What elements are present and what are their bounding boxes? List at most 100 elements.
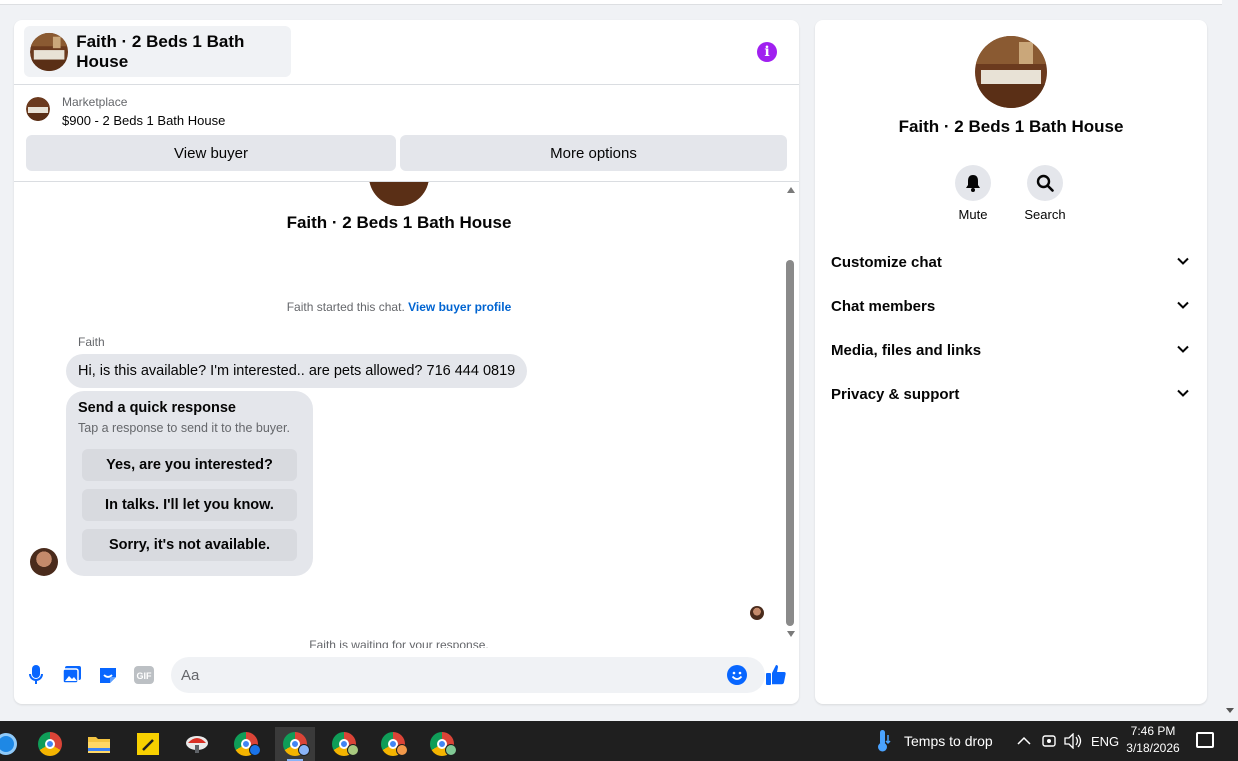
chevron-down-icon — [1177, 389, 1189, 397]
listing-thumbnail — [30, 32, 69, 71]
profile-badge — [298, 744, 310, 756]
clock-date: 3/18/2026 — [1126, 741, 1180, 755]
view-buyer-profile-link[interactable]: View buyer profile — [408, 300, 511, 314]
app-icon — [0, 733, 17, 755]
taskbar-chrome-profile[interactable] — [422, 727, 462, 761]
chevron-down-icon — [1177, 301, 1189, 309]
section-label: Customize chat — [831, 253, 942, 271]
scrollbar-thumb[interactable] — [786, 260, 794, 626]
marketplace-label: Marketplace — [62, 95, 128, 109]
profile-badge — [347, 744, 359, 756]
quick-response-option[interactable]: Yes, are you interested? — [82, 449, 297, 481]
message-composer: GIF — [14, 648, 799, 704]
message-list: Faith · 2 Beds 1 Bath House Faith starte… — [14, 182, 799, 648]
taskbar-chrome[interactable] — [30, 727, 70, 761]
profile-badge — [445, 744, 457, 756]
quick-response-card: Send a quick response Tap a response to … — [66, 391, 313, 576]
weather-text: Temps to drop — [904, 733, 993, 749]
info-icon[interactable]: i — [757, 42, 777, 62]
taskbar-app-partial[interactable] — [0, 727, 26, 761]
message-scrollbar[interactable] — [784, 182, 799, 648]
section-label: Privacy & support — [831, 385, 960, 403]
message-input-container — [171, 657, 765, 693]
listing-price-title[interactable]: $900 - 2 Beds 1 Bath House — [62, 113, 225, 128]
language-indicator[interactable]: ENG — [1091, 721, 1119, 761]
thumbs-up-icon[interactable] — [765, 664, 787, 686]
search-label: Search — [1024, 207, 1066, 222]
privacy-support-section[interactable]: Privacy & support — [823, 374, 1199, 414]
sticker-icon[interactable] — [97, 664, 119, 686]
scroll-up-arrow[interactable] — [787, 187, 795, 193]
message-bubble[interactable]: Hi, is this available? I'm interested.. … — [66, 354, 528, 388]
taskbar-chrome-profile[interactable] — [226, 727, 266, 761]
taskbar-app[interactable] — [177, 727, 217, 761]
chat-title-button[interactable]: Faith · 2 Beds 1 Bath House — [24, 26, 291, 77]
profile-name: Faith · 2 Beds 1 Bath House — [898, 117, 1124, 136]
chrome-icon — [38, 732, 62, 756]
mute-label: Mute — [958, 207, 988, 222]
page-scroll-down-arrow[interactable] — [1226, 708, 1234, 713]
quick-response-option[interactable]: In talks. I'll let you know. — [82, 489, 297, 521]
taskbar-chrome-profile[interactable] — [324, 727, 364, 761]
chat-started-text: Faith started this chat. — [286, 300, 405, 314]
waiting-notice: Faith is waiting for your response. — [309, 638, 489, 648]
gif-icon-label: GIF — [137, 671, 153, 681]
chat-details-panel: Faith · 2 Beds 1 Bath House Mute Search … — [815, 20, 1207, 704]
weather-widget[interactable]: Temps to drop — [874, 721, 993, 761]
clock[interactable]: 7:46 PM 3/18/2026 — [1122, 723, 1184, 757]
more-options-button[interactable]: More options — [400, 135, 787, 171]
taskbar-sticky-notes[interactable] — [128, 727, 168, 761]
section-label: Media, files and links — [831, 341, 982, 359]
sticky-notes-icon — [137, 733, 159, 755]
folder-icon — [88, 737, 110, 753]
chat-started-notice: Faith started this chat. View buyer prof… — [14, 300, 784, 314]
quick-response-heading: Send a quick response — [78, 400, 236, 416]
quick-response-subtitle: Tap a response to send it to the buyer. — [78, 421, 290, 435]
emoji-icon[interactable] — [727, 665, 747, 685]
browser-top-strip — [0, 0, 1222, 5]
message-input[interactable] — [181, 657, 711, 693]
show-hidden-icons[interactable] — [1017, 721, 1031, 761]
profile-badge — [249, 744, 261, 756]
bell-icon — [955, 165, 991, 201]
quick-response-option[interactable]: Sorry, it's not available. — [82, 529, 297, 561]
mute-button[interactable]: Mute — [943, 165, 1003, 222]
search-icon — [1027, 165, 1063, 201]
profile-avatar[interactable] — [975, 36, 1047, 108]
media-files-links-section[interactable]: Media, files and links — [823, 330, 1199, 370]
gif-icon[interactable]: GIF — [133, 664, 155, 686]
chevron-up-icon — [1017, 736, 1031, 745]
chevron-down-icon — [1177, 345, 1189, 353]
thermometer-icon — [878, 730, 891, 752]
scroll-down-arrow[interactable] — [787, 631, 795, 637]
sender-name: Faith — [78, 335, 105, 349]
taskbar-chrome-profile-active[interactable] — [275, 727, 315, 761]
volume-icon[interactable] — [1064, 721, 1082, 761]
photo-icon[interactable] — [61, 664, 83, 686]
page-scrollbar[interactable] — [1222, 0, 1238, 720]
meeting-icon[interactable] — [1042, 721, 1056, 761]
chat-members-section[interactable]: Chat members — [823, 286, 1199, 326]
search-button[interactable]: Search — [1015, 165, 1075, 222]
chevron-down-icon — [1177, 257, 1189, 265]
chat-title: Faith · 2 Beds 1 Bath House — [76, 31, 245, 71]
taskbar: Temps to drop ENG 7:46 PM 3/18/2026 — [0, 721, 1238, 761]
seen-indicator-avatar — [750, 606, 764, 620]
view-buyer-button[interactable]: View buyer — [26, 135, 396, 171]
chat-header: Faith · 2 Beds 1 Bath House i — [14, 20, 799, 85]
microphone-icon[interactable] — [25, 664, 47, 686]
chat-panel: Faith · 2 Beds 1 Bath House i Marketplac… — [14, 20, 799, 704]
app-icon — [186, 736, 208, 753]
listing-small-thumbnail — [26, 97, 50, 121]
customize-chat-section[interactable]: Customize chat — [823, 242, 1199, 282]
taskbar-chrome-profile[interactable] — [373, 727, 413, 761]
taskbar-file-explorer[interactable] — [79, 727, 119, 761]
sender-avatar[interactable] — [30, 548, 58, 576]
conversation-avatar — [369, 182, 429, 206]
profile-badge — [396, 744, 408, 756]
conversation-title: Faith · 2 Beds 1 Bath House — [286, 213, 512, 232]
marketplace-listing-bar: Marketplace $900 - 2 Beds 1 Bath House V… — [14, 85, 799, 182]
clock-time: 7:46 PM — [1130, 724, 1176, 738]
notification-icon[interactable] — [1196, 732, 1214, 748]
section-label: Chat members — [831, 297, 936, 315]
